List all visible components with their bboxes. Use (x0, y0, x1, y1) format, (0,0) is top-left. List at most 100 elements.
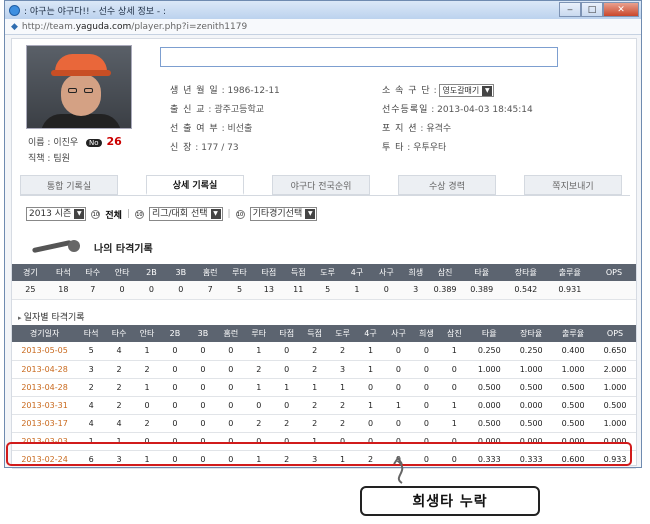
column-header: 타율 (459, 264, 504, 281)
table-cell: 1 (356, 360, 385, 379)
tab-detailed-records[interactable]: 상세 기록실 (146, 175, 244, 195)
record-tabs: 통합 기록실 상세 기록실 야구다 전국순위 수상 경력 쪽지보내기 (20, 175, 630, 195)
minimize-button[interactable]: ‒ (559, 2, 581, 17)
league-select[interactable]: 리그/대회 선택 (148, 207, 223, 221)
tab-combined-records[interactable]: 통합 기록실 (20, 175, 118, 195)
tab-national-ranking[interactable]: 야구다 전국순위 (272, 175, 370, 195)
table-cell: 11 (283, 281, 313, 300)
table-cell: 0.500 (594, 396, 636, 415)
table-cell: 2 (300, 342, 329, 361)
table-cell: 1.000 (552, 360, 595, 379)
game-date-link[interactable]: 2013-03-17 (12, 414, 78, 433)
table-cell: 0.542 (503, 281, 548, 300)
separator: | (227, 209, 231, 219)
table-cell: 0.000 (510, 396, 553, 415)
table-cell: 2 (105, 378, 134, 397)
table-cell: 0 (216, 396, 245, 415)
column-header: OPS (591, 264, 636, 281)
column-header: 희생 (412, 325, 441, 342)
table-cell: 0 (107, 281, 137, 300)
other-game-select[interactable]: 기타경기선택 (249, 207, 318, 221)
table-cell: 0 (188, 414, 217, 433)
table-cell: 0 (188, 378, 217, 397)
birthdate-field: 생 년 월 일 : 1986-12-11 (170, 86, 280, 96)
table-cell: 1 (133, 378, 161, 397)
table-cell: 0 (216, 414, 245, 433)
column-header: 타율 (468, 325, 511, 342)
column-header: 장타율 (503, 264, 548, 281)
tab-divider (20, 195, 630, 196)
radio-icon[interactable]: 10 (91, 209, 101, 219)
annotation-note: 희생타 누락 (360, 486, 540, 516)
highlight-box (6, 442, 632, 466)
radio-icon[interactable]: 10 (235, 209, 245, 219)
table-cell: 0 (161, 396, 189, 415)
column-header: OPS (594, 325, 636, 342)
table-cell: 1.000 (510, 360, 553, 379)
column-header: 2B (161, 325, 189, 342)
radio-icon[interactable]: 10 (134, 209, 144, 219)
table-cell: 5 (224, 281, 255, 300)
table-cell: 0.500 (510, 414, 553, 433)
url-prefix: http://team. (21, 21, 76, 32)
table-cell: 1 (244, 342, 273, 361)
table-cell: 2 (133, 360, 161, 379)
game-date-link[interactable]: 2013-03-31 (12, 396, 78, 415)
tab-awards[interactable]: 수상 경력 (398, 175, 496, 195)
table-cell: 0 (188, 342, 217, 361)
table-cell: 0.500 (468, 378, 511, 397)
table-cell: 2 (105, 396, 134, 415)
table-cell: 18 (48, 281, 79, 300)
table-cell: 4 (77, 414, 106, 433)
table-cell: 1 (440, 342, 469, 361)
column-header: 안타 (133, 325, 161, 342)
table-cell: 0 (356, 414, 385, 433)
baseball-bat-icon (26, 240, 86, 254)
team-select[interactable]: 영도갈매기 (439, 84, 495, 97)
table-cell: 0.500 (552, 396, 595, 415)
curved-arrow-icon (393, 456, 404, 484)
column-header: 희생 (401, 264, 431, 281)
site-icon: ◆ (11, 21, 18, 32)
game-date-link[interactable]: 2013-04-28 (12, 360, 78, 379)
table-cell: 0.389 (430, 281, 460, 300)
column-header: 안타 (107, 264, 137, 281)
close-button[interactable]: ✕ (603, 2, 639, 17)
table-cell: 0.250 (510, 342, 553, 361)
window-title: : 야구는 야구다!! - 선수 상세 정보 - : (24, 6, 167, 17)
player-position: 직책 : 팀원 (28, 154, 70, 164)
game-date-link[interactable]: 2013-04-28 (12, 378, 78, 397)
table-cell: 25 (12, 281, 49, 300)
column-header: 3B (188, 325, 217, 342)
season-select[interactable]: 2013 시즌 (26, 207, 87, 221)
table-cell: 2 (328, 342, 357, 361)
game-date-link[interactable]: 2013-05-05 (12, 342, 78, 361)
search-input[interactable] (160, 47, 558, 67)
table-cell: 2 (300, 396, 329, 415)
number-badge: No (86, 139, 102, 147)
table-cell: 0 (133, 396, 161, 415)
table-cell: 0 (272, 360, 301, 379)
maximize-button[interactable]: □ (581, 2, 603, 17)
column-header: 4구 (356, 325, 385, 342)
table-cell: 0.650 (594, 342, 636, 361)
table-cell: 2 (105, 360, 134, 379)
column-header: 3B (166, 264, 196, 281)
table-cell: 0 (161, 378, 189, 397)
address-bar[interactable]: ◆ http://team. yaguda.com/player.php?i=ze… (5, 19, 641, 35)
table-cell: 0 (166, 281, 196, 300)
player-number: 26 (106, 135, 122, 148)
my-batting-header: 나의 타격기록 (26, 237, 153, 257)
table-cell (591, 281, 636, 300)
all-filter[interactable]: 전체 (105, 208, 122, 221)
title-bar: : 야구는 야구다!! - 선수 상세 정보 - : ‒ □ ✕ (5, 1, 641, 19)
position-field: 포 지 션 : 유격수 (382, 124, 452, 134)
table-cell: 1 (356, 396, 385, 415)
daily-records-title: 일자별 타격기록 (18, 310, 85, 323)
table-cell: 0 (161, 342, 189, 361)
column-header: 타수 (105, 325, 134, 342)
tab-send-message[interactable]: 쪽지보내기 (524, 175, 622, 195)
table-cell: 0 (412, 414, 441, 433)
table-cell: 0.500 (552, 414, 595, 433)
table-cell: 2 (328, 396, 357, 415)
